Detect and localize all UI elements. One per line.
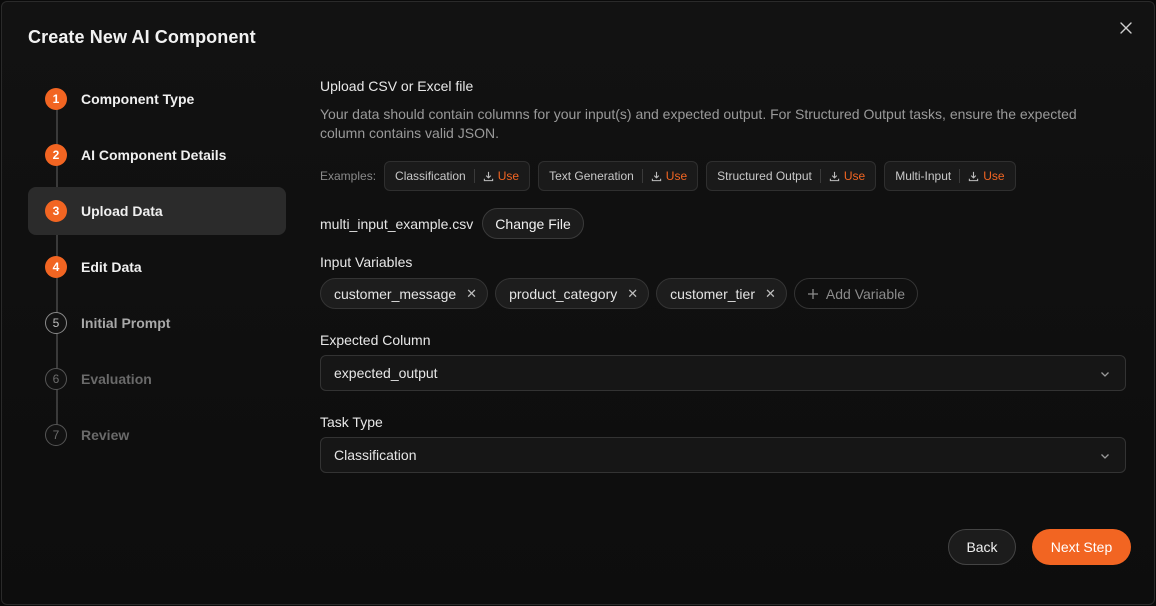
remove-variable-icon[interactable]: ✕ — [466, 286, 477, 302]
step-label: Initial Prompt — [81, 315, 171, 331]
step-component-type[interactable]: 1 Component Type — [28, 75, 286, 123]
download-icon — [651, 171, 661, 181]
remove-variable-icon[interactable]: ✕ — [765, 286, 776, 302]
download-icon — [483, 171, 493, 181]
example-text-generation: Text Generation Use — [538, 161, 699, 191]
next-step-button[interactable]: Next Step — [1032, 529, 1131, 565]
step-label: Component Type — [81, 91, 195, 107]
step-number: 3 — [45, 200, 67, 222]
variable-name: customer_message — [334, 285, 457, 302]
step-ai-component-details[interactable]: 2 AI Component Details — [28, 131, 286, 179]
example-name: Structured Output — [717, 169, 812, 183]
chevron-down-icon — [1101, 372, 1109, 377]
add-variable-label: Add Variable — [825, 285, 906, 302]
add-variable-button[interactable]: Add Variable — [793, 278, 919, 309]
variable-name: product_category — [509, 285, 618, 302]
create-component-dialog: Create New AI Component 1 Component Type… — [1, 1, 1155, 605]
step-evaluation: 6 Evaluation — [28, 355, 286, 403]
step-edit-data[interactable]: 4 Edit Data — [28, 243, 286, 291]
upload-title: Upload CSV or Excel file — [320, 78, 474, 94]
chevron-down-icon — [1101, 454, 1109, 459]
variable-name: customer_tier — [670, 285, 755, 302]
use-structured-output-button[interactable]: Use — [829, 169, 865, 183]
use-classification-button[interactable]: Use — [483, 169, 519, 183]
step-initial-prompt[interactable]: 5 Initial Prompt — [28, 299, 286, 347]
step-label: Edit Data — [81, 259, 142, 275]
upload-description: Your data should contain columns for you… — [320, 106, 1077, 141]
back-button[interactable]: Back — [948, 529, 1016, 565]
input-variables-label: Input Variables — [320, 254, 413, 270]
examples-label: Examples: — [320, 169, 377, 183]
examples-row: Examples: Classification Use Text Genera… — [320, 161, 1016, 191]
use-text-generation-button[interactable]: Use — [651, 169, 687, 183]
use-multi-input-button[interactable]: Use — [968, 169, 1005, 183]
example-name: Classification — [395, 169, 466, 183]
download-icon — [969, 171, 979, 181]
expected-column-select[interactable]: expected_output — [320, 355, 1126, 391]
remove-variable-icon[interactable]: ✕ — [627, 286, 638, 302]
use-label: Use — [983, 169, 1005, 183]
use-label: Use — [665, 169, 688, 183]
step-review: 7 Review — [28, 411, 286, 459]
step-label: Upload Data — [81, 203, 163, 219]
example-name: Text Generation — [549, 169, 634, 183]
expected-column-value: expected_output — [334, 365, 438, 381]
variable-chip: customer_message ✕ — [320, 278, 489, 309]
step-number: 7 — [45, 424, 67, 446]
step-number: 4 — [45, 256, 67, 278]
example-structured-output: Structured Output Use — [706, 161, 877, 191]
steps-sidebar: 1 Component Type 2 AI Component Details … — [28, 75, 286, 467]
dialog-title: Create New AI Component — [28, 27, 256, 47]
step-upload-data[interactable]: 3 Upload Data — [28, 187, 286, 235]
use-label: Use — [497, 169, 520, 183]
example-classification: Classification Use — [384, 161, 531, 191]
change-file-button[interactable]: Change File — [482, 208, 584, 239]
input-variables-list: customer_message ✕ product_category ✕ cu… — [320, 278, 919, 309]
variable-chip: product_category ✕ — [495, 278, 650, 309]
expected-column-label: Expected Column — [320, 332, 431, 348]
file-row: multi_input_example.csv Change File — [320, 208, 584, 239]
task-type-select[interactable]: Classification — [320, 437, 1126, 473]
step-number: 5 — [45, 312, 67, 334]
step-label: Review — [81, 427, 130, 443]
use-label: Use — [843, 169, 866, 183]
download-icon — [829, 171, 840, 181]
plus-icon — [807, 288, 818, 299]
variable-chip: customer_tier ✕ — [656, 278, 787, 309]
step-number: 6 — [45, 368, 67, 390]
task-type-label: Task Type — [320, 414, 383, 430]
uploaded-file-name: multi_input_example.csv — [320, 215, 474, 232]
example-multi-input: Multi-Input Use — [884, 161, 1016, 191]
step-number: 2 — [45, 144, 67, 166]
step-label: Evaluation — [81, 371, 152, 387]
task-type-value: Classification — [334, 447, 417, 463]
step-label: AI Component Details — [81, 147, 227, 163]
close-icon[interactable] — [1116, 18, 1136, 38]
step-number: 1 — [45, 88, 67, 110]
example-name: Multi-Input — [895, 169, 952, 183]
